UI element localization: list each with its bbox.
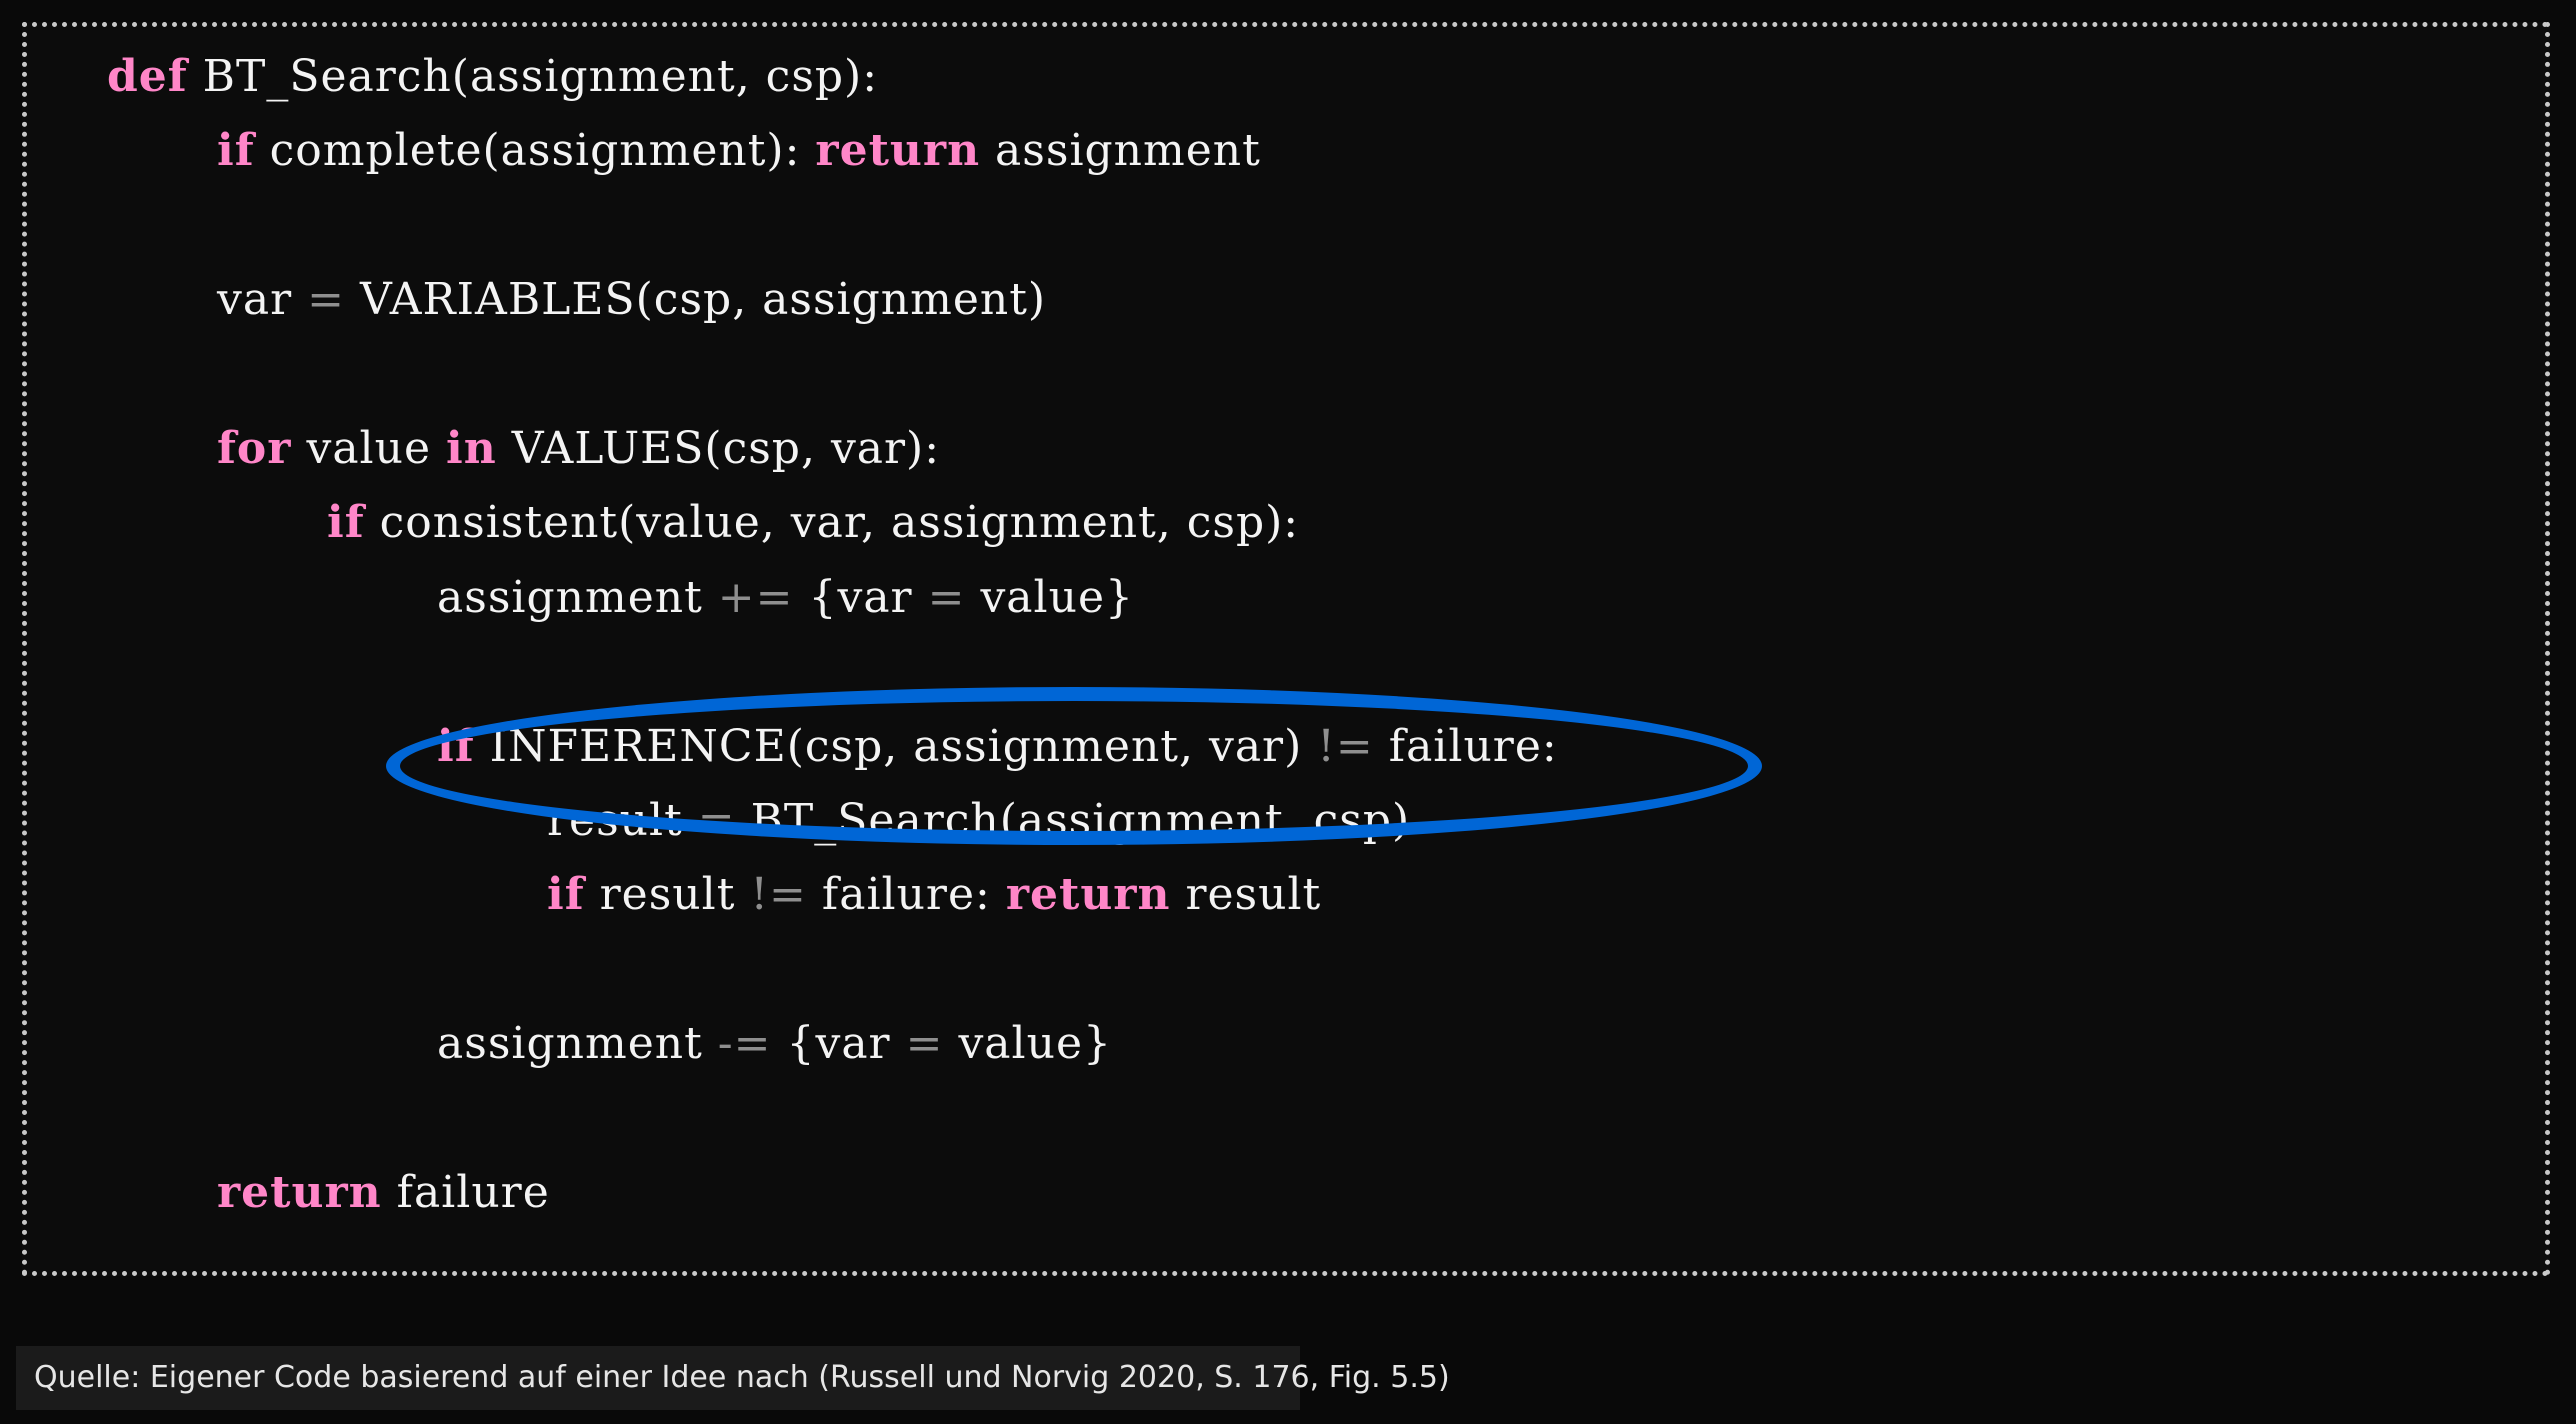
code-text: {var bbox=[771, 1018, 906, 1070]
code-operator: != bbox=[750, 869, 807, 921]
code-text: failure: bbox=[806, 869, 1006, 921]
code-text: result bbox=[547, 795, 698, 846]
code-text: {var bbox=[793, 571, 928, 623]
code-text: VARIABLES(csp, assignment) bbox=[344, 274, 1047, 326]
code-text: INFERENCE(csp, assignment, var) bbox=[474, 720, 1318, 772]
code-line: return failure bbox=[217, 1158, 550, 1228]
code-text: value} bbox=[943, 1018, 1112, 1070]
code-line-highlighted: if INFERENCE(csp, assignment, var) != fa… bbox=[437, 712, 1558, 782]
code-text: assignment bbox=[980, 125, 1261, 177]
code-text: failure: bbox=[1373, 720, 1558, 772]
code-text: assignment bbox=[437, 1018, 718, 1070]
code-text: assignment bbox=[437, 571, 718, 623]
code-operator: += bbox=[717, 571, 794, 623]
code-line: def BT_Search(assignment, csp): bbox=[107, 42, 878, 112]
code-operator: = bbox=[697, 795, 736, 846]
code-operator: -= bbox=[717, 1018, 772, 1070]
code-text: BT_Search(assignment, csp) bbox=[735, 795, 1411, 846]
code-text: complete(assignment): bbox=[254, 125, 816, 177]
code-keyword: def bbox=[107, 51, 188, 102]
source-caption: Quelle: Eigener Code basierend auf einer… bbox=[16, 1346, 1450, 1410]
code-line: result = BT_Search(assignment, csp) bbox=[547, 786, 1410, 856]
code-line: assignment += {var = value} bbox=[437, 563, 1134, 633]
code-line: assignment -= {var = value} bbox=[437, 1009, 1112, 1079]
code-line: for value in VALUES(csp, var): bbox=[217, 414, 940, 484]
code-keyword: if bbox=[217, 125, 255, 177]
code-text: value} bbox=[965, 571, 1134, 623]
code-text: consistent(value, var, assignment, csp): bbox=[364, 497, 1300, 549]
code-line: if complete(assignment): return assignme… bbox=[217, 116, 1261, 186]
code-text: result bbox=[1170, 869, 1322, 921]
code-line: if consistent(value, var, assignment, cs… bbox=[327, 488, 1299, 558]
code-text: result bbox=[584, 869, 751, 921]
code-keyword: for bbox=[217, 423, 292, 474]
code-keyword: return bbox=[217, 1167, 382, 1218]
code-text: value bbox=[291, 423, 446, 474]
code-keyword: if bbox=[547, 869, 585, 921]
code-keyword: in bbox=[445, 423, 497, 474]
code-block: def BT_Search(assignment, csp): if comple… bbox=[22, 22, 2550, 1276]
code-keyword: if bbox=[327, 497, 365, 549]
code-operator: != bbox=[1317, 720, 1374, 772]
code-line: if result != failure: return result bbox=[547, 860, 1321, 930]
code-text: VALUES(csp, var): bbox=[496, 423, 941, 474]
code-operator: = bbox=[307, 274, 345, 326]
code-operator: = bbox=[905, 1018, 944, 1070]
code-keyword: return bbox=[815, 125, 981, 177]
code-keyword: if bbox=[437, 720, 475, 772]
code-line: var = VARIABLES(csp, assignment) bbox=[217, 265, 1046, 335]
code-keyword: return bbox=[1005, 869, 1171, 921]
code-text: BT_Search(assignment, csp): bbox=[187, 51, 879, 102]
code-text: var bbox=[217, 274, 308, 326]
code-operator: = bbox=[927, 571, 966, 623]
code-text: failure bbox=[381, 1167, 550, 1218]
